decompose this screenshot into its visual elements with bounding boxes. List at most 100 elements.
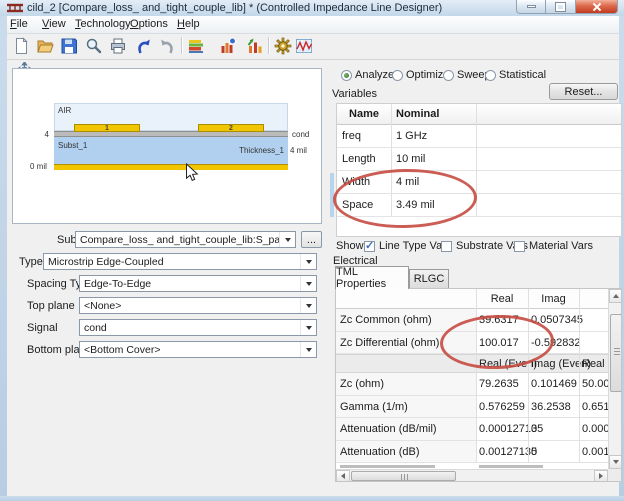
tab-tml-properties[interactable]: TML Properties — [335, 266, 409, 289]
variables-header-row: Name Nominal — [337, 104, 621, 125]
col-header-real-odd[interactable]: Real ( — [582, 358, 611, 370]
mouse-cursor — [185, 163, 199, 186]
window-title: cild_2 [Compare_loss_ and_tight_couple_l… — [27, 2, 442, 14]
scroll-right-icon[interactable] — [594, 470, 608, 482]
minimize-button[interactable] — [516, 0, 546, 14]
var-nominal[interactable]: 10 mil — [396, 153, 425, 165]
substrate-browse-button[interactable]: ... — [301, 231, 322, 248]
value-imag-even: 0 — [531, 446, 537, 458]
value-real-odd: 0.651 — [582, 401, 610, 413]
radio-analyze[interactable] — [341, 70, 352, 81]
menu-bar: File View Technology Options Help — [7, 16, 619, 34]
optimize-chart-icon[interactable] — [244, 35, 266, 57]
new-icon[interactable] — [10, 35, 32, 57]
save-icon[interactable] — [58, 35, 80, 57]
trace-1-label: 1 — [105, 125, 109, 132]
vertical-scrollbar-thumb[interactable] — [610, 314, 622, 392]
chevron-down-icon[interactable] — [279, 232, 295, 247]
value-imag-even: 0 — [531, 423, 537, 435]
menu-help[interactable]: Help — [177, 18, 200, 30]
trace-2[interactable]: 2 — [198, 124, 264, 132]
scroll-left-icon[interactable] — [336, 470, 350, 482]
menu-options[interactable]: Options — [130, 18, 168, 30]
type-value: Microstrip Edge-Coupled — [44, 256, 300, 268]
checkbox-material-vars[interactable] — [514, 241, 525, 252]
reset-button[interactable]: Reset... — [549, 83, 618, 100]
checkbox-material-vars-label[interactable]: Material Vars — [529, 240, 593, 252]
app-window: cild_2 [Compare_loss_ and_tight_couple_l… — [0, 0, 624, 501]
radio-statistical[interactable] — [485, 70, 496, 81]
menu-technology[interactable]: Technology — [75, 18, 131, 30]
type-label: Type — [19, 256, 43, 268]
toolbar — [7, 34, 619, 60]
cross-section-panel: AIR 1 2 Subst_1 4 cond Thickness_1 4 mil… — [12, 68, 322, 224]
chevron-down-icon[interactable] — [300, 342, 316, 357]
top-plane-combobox[interactable]: <None> — [79, 297, 317, 314]
value-real-even: 0.576259 — [479, 401, 525, 413]
open-icon[interactable] — [34, 35, 56, 57]
zoom-icon[interactable] — [83, 35, 105, 57]
thickness-value: 4 mil — [290, 146, 307, 155]
horizontal-scrollbar-thumb[interactable] — [351, 471, 456, 481]
table-row-freq[interactable]: freq 1 GHz — [337, 125, 621, 148]
print-icon[interactable] — [107, 35, 129, 57]
scroll-down-icon[interactable] — [609, 455, 622, 469]
checkbox-line-type-vars[interactable] — [364, 241, 375, 252]
top-plane-value: <None> — [80, 300, 300, 312]
analyze-chart-icon[interactable] — [217, 35, 239, 57]
menu-file[interactable]: File — [10, 18, 28, 30]
table-row-length[interactable]: Length 10 mil — [337, 148, 621, 171]
title-bar: cild_2 [Compare_loss_ and_tight_couple_l… — [0, 0, 624, 17]
signal-combobox[interactable]: cond — [79, 319, 317, 336]
settings-gear-icon[interactable] — [272, 35, 294, 57]
type-combobox[interactable]: Microstrip Edge-Coupled — [43, 253, 317, 270]
caption-buttons — [516, 0, 618, 14]
value-real-odd: 0.001 — [582, 446, 610, 458]
bottom-plane-value: <Bottom Cover> — [80, 344, 300, 356]
scrollbar-corner — [608, 469, 622, 482]
redo-icon[interactable] — [156, 35, 178, 57]
value-real-odd: 0.000 — [582, 423, 610, 435]
checkbox-substrate-vars[interactable] — [441, 241, 452, 252]
horizontal-scrollbar[interactable] — [336, 469, 608, 482]
radio-statistical-label[interactable]: Statistical — [499, 69, 546, 81]
close-button[interactable] — [576, 0, 618, 14]
value-real-even: 79.2635 — [479, 378, 519, 390]
ground-layer — [54, 164, 288, 170]
toolbar-separator — [268, 37, 270, 54]
radio-optimize[interactable] — [392, 70, 403, 81]
trace-1[interactable]: 1 — [74, 124, 140, 132]
cond-name-label: cond — [292, 130, 309, 139]
tab-rlgc[interactable]: RLGC — [409, 269, 449, 289]
chevron-down-icon[interactable] — [300, 254, 316, 269]
chevron-down-icon[interactable] — [300, 276, 316, 291]
var-name: freq — [342, 130, 361, 142]
substrate-combobox[interactable]: Compare_loss_ and_tight_couple_lib:S_par… — [75, 231, 296, 248]
window-border-bottom — [0, 496, 624, 501]
stackup-chart-icon[interactable] — [185, 35, 207, 57]
var-name: Length — [342, 153, 376, 165]
bottom-plane-combobox[interactable]: <Bottom Cover> — [79, 341, 317, 358]
signal-label: Signal — [27, 322, 58, 334]
col-header-nominal[interactable]: Nominal — [396, 108, 439, 120]
waveform-plot-icon[interactable] — [293, 35, 315, 57]
col-header-imag[interactable]: Imag — [528, 293, 579, 305]
minimize-icon — [527, 5, 536, 8]
scroll-up-icon[interactable] — [609, 289, 622, 303]
chevron-down-icon[interactable] — [300, 320, 316, 335]
spacing-type-combobox[interactable]: Edge-To-Edge — [79, 275, 317, 292]
vertical-scrollbar[interactable] — [608, 289, 622, 469]
menu-view[interactable]: View — [42, 18, 66, 30]
chevron-down-icon[interactable] — [300, 298, 316, 313]
radio-analyze-label[interactable]: Analyze — [355, 69, 394, 81]
var-nominal[interactable]: 1 GHz — [396, 130, 427, 142]
radio-sweep[interactable] — [443, 70, 454, 81]
tab-tml-properties-label: TML Properties — [336, 266, 408, 290]
col-header-name[interactable]: Name — [337, 108, 391, 120]
col-header-real[interactable]: Real — [476, 293, 528, 305]
value-real-odd: 50.00 — [582, 378, 610, 390]
row-label: Gamma (1/m) — [340, 401, 408, 413]
window-border-left — [0, 16, 7, 501]
undo-icon[interactable] — [133, 35, 155, 57]
maximize-button[interactable] — [546, 0, 576, 14]
